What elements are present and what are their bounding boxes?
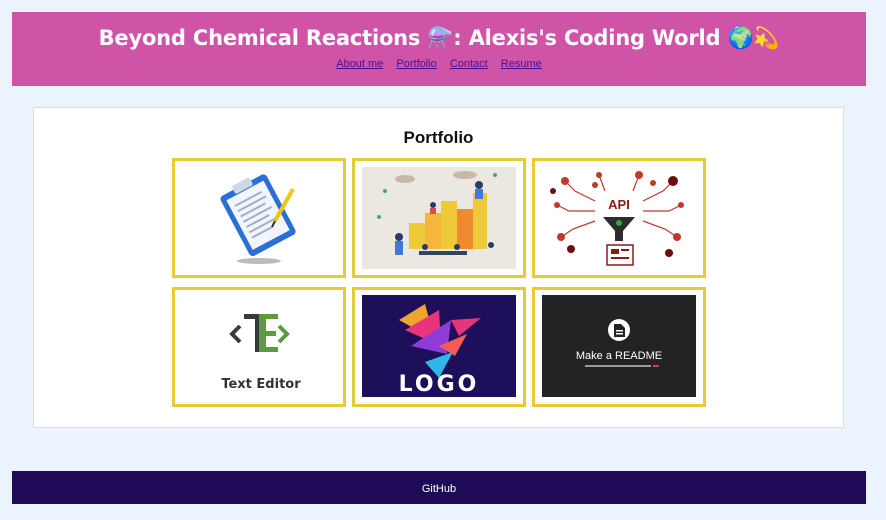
nav-contact-link[interactable]: Contact <box>450 58 488 70</box>
logo-label: LOGO <box>399 372 480 397</box>
github-link[interactable]: GitHub <box>422 483 456 495</box>
site-header: Beyond Chemical Reactions ⚗️: Alexis's C… <box>12 12 866 86</box>
site-footer: GitHub <box>12 471 866 504</box>
site-title: Beyond Chemical Reactions ⚗️: Alexis's C… <box>98 26 780 50</box>
text-editor-logo: Text Editor <box>221 314 301 392</box>
portfolio-tile-quiz[interactable] <box>172 158 346 278</box>
portfolio-tile-text-editor[interactable]: Text Editor <box>172 287 346 407</box>
portfolio-tile-readme[interactable]: Make a README <box>532 287 706 407</box>
api-funnel-icon: API <box>550 171 684 266</box>
logo-bird-icon: LOGO <box>362 295 516 397</box>
portfolio-tile-api[interactable]: API <box>532 158 706 278</box>
main-nav: About me Portfolio Contact Resume <box>12 58 866 70</box>
text-editor-label: Text Editor <box>221 377 301 392</box>
portfolio-tile-logo[interactable]: LOGO <box>352 287 526 407</box>
nav-portfolio-link[interactable]: Portfolio <box>396 58 436 70</box>
api-label: API <box>608 197 630 212</box>
clipboard-quiz-icon <box>220 174 296 264</box>
readme-label: Make a README <box>576 350 662 362</box>
portfolio-tile-workflow[interactable] <box>352 158 526 278</box>
readme-generator-icon: Make a README <box>542 295 696 397</box>
nav-about-link[interactable]: About me <box>336 58 383 70</box>
portfolio-heading: Portfolio <box>403 128 474 147</box>
team-workflow-illustration <box>362 167 516 269</box>
nav-resume-link[interactable]: Resume <box>501 58 542 70</box>
